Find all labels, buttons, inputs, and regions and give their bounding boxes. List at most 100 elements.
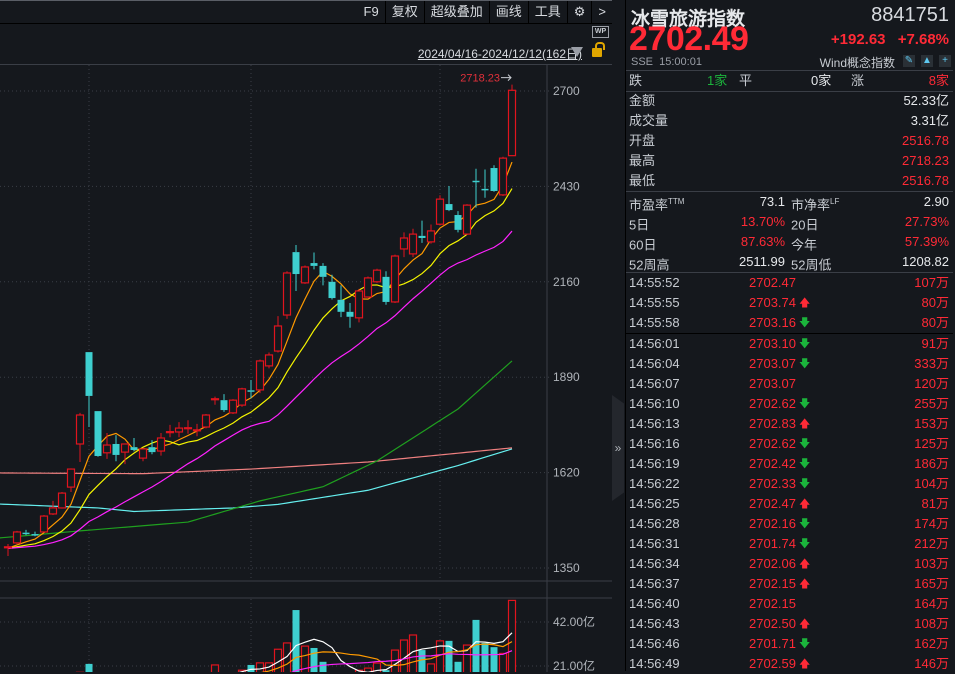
candle-body-down bbox=[31, 534, 39, 536]
tick-volume: 103万 bbox=[914, 556, 949, 571]
candle-body-up bbox=[75, 414, 85, 445]
breadth-row: 跌 1家 平 0家 涨 8家 bbox=[629, 71, 949, 91]
candle-body-down bbox=[310, 263, 318, 266]
down-count: 1家 bbox=[707, 73, 728, 88]
tick-row: 14:56:13 2702.83 🡅 153万 bbox=[629, 414, 949, 434]
candle-body-down bbox=[382, 276, 390, 302]
tick-time: 14:56:25 bbox=[629, 496, 680, 511]
tick-row: 14:55:55 2703.74 🡅 80万 bbox=[629, 293, 949, 313]
valuation-label: 20日 bbox=[791, 217, 819, 233]
stat-row: 金额 52.33亿 bbox=[629, 91, 949, 111]
tick-row: 14:56:40 2702.15 164万 bbox=[629, 594, 949, 614]
candle-body-up bbox=[174, 427, 184, 433]
tick-row: 14:56:25 2702.47 🡅 81万 bbox=[629, 494, 949, 514]
valuation-value: 57.39% bbox=[904, 234, 949, 249]
tick-volume: 162万 bbox=[914, 636, 949, 651]
arrow-up-icon: 🡅 bbox=[799, 618, 811, 630]
volume-bar-up bbox=[507, 599, 517, 672]
valuation-value: 73.1 bbox=[759, 194, 785, 209]
arrow-down-icon: 🡇 bbox=[799, 638, 811, 650]
exchange: SSE bbox=[631, 56, 654, 68]
collapse-panel-handle[interactable]: » bbox=[612, 395, 624, 501]
stat-row: 最高 2718.23 bbox=[629, 151, 949, 171]
tick-volume: 164万 bbox=[914, 596, 949, 611]
candle-body-up bbox=[498, 157, 508, 196]
tick-price: 2701.71 bbox=[749, 636, 796, 651]
y-tick-label: 1620 bbox=[553, 466, 580, 480]
valuation-label: 5日 bbox=[629, 217, 650, 233]
tick-volume: 108万 bbox=[914, 616, 949, 631]
candle-body-down bbox=[346, 311, 354, 317]
valuation-row: 52周高 2511.99 52周低 1208.82 bbox=[629, 252, 949, 272]
volume-bar-down bbox=[319, 661, 327, 672]
tick-price: 2703.74 bbox=[749, 295, 796, 310]
last-price: 2702.49 bbox=[629, 20, 749, 58]
arrow-down-icon: 🡇 bbox=[799, 317, 811, 329]
tick-price: 2702.16 bbox=[749, 516, 796, 531]
change-value: +192.63 bbox=[830, 31, 886, 48]
tick-time: 14:56:46 bbox=[629, 636, 680, 651]
bell-icon[interactable]: ▲ bbox=[921, 55, 933, 67]
arrow-down-icon: 🡇 bbox=[799, 398, 811, 410]
candle-body-up bbox=[12, 531, 22, 544]
valuation-label: 市盈率 bbox=[629, 197, 669, 213]
candle-body-up bbox=[507, 89, 517, 157]
arrow-down-icon: 🡇 bbox=[799, 478, 811, 490]
tick-row: 14:56:49 2702.59 🡅 146万 bbox=[629, 654, 949, 674]
valuation-row: 5日 13.70% 20日 27.73% bbox=[629, 212, 949, 232]
arrow-down-icon: 🡇 bbox=[799, 358, 811, 370]
candle-body-down bbox=[454, 215, 462, 230]
tick-price: 2702.47 bbox=[749, 496, 796, 511]
quote-time: 15:00:01 bbox=[659, 56, 702, 68]
candle-body-up bbox=[264, 354, 274, 367]
stat-row: 最低 2516.78 bbox=[629, 171, 949, 191]
tick-time: 14:56:40 bbox=[629, 596, 680, 611]
y-tick-label: 1890 bbox=[553, 370, 580, 384]
tick-time: 14:56:37 bbox=[629, 576, 680, 591]
arrow-up-icon: 🡅 bbox=[799, 297, 811, 309]
candle-body-down bbox=[418, 235, 426, 238]
candle-body-up bbox=[282, 272, 292, 316]
candle-body-down bbox=[148, 447, 156, 453]
candle-body-up bbox=[3, 546, 13, 549]
index-category: Wind概念指数 bbox=[819, 56, 895, 70]
plus-icon[interactable]: + bbox=[939, 55, 951, 67]
tick-row: 14:56:10 2702.62 🡇 255万 bbox=[629, 394, 949, 414]
valuation-label: 52周低 bbox=[791, 257, 832, 273]
tick-price: 2702.59 bbox=[749, 656, 796, 671]
up-count: 8家 bbox=[928, 73, 949, 88]
tick-volume: 255万 bbox=[914, 396, 949, 411]
tick-volume: 104万 bbox=[914, 476, 949, 491]
tick-volume: 91万 bbox=[921, 336, 949, 351]
tick-price: 2703.10 bbox=[749, 336, 796, 351]
tick-price: 2702.62 bbox=[749, 436, 796, 451]
candle-body-down bbox=[472, 180, 480, 183]
up-label: 涨 bbox=[851, 73, 865, 88]
volume-bar-down bbox=[454, 661, 462, 672]
flat-label: 平 bbox=[739, 73, 753, 88]
candlestick-chart[interactable]: 2700 2430 2160 1890 1620 1350 42.00亿 21.00亿 2718… bbox=[0, 1, 612, 672]
valuation-sup: LF bbox=[830, 197, 840, 206]
candle-body-up bbox=[354, 290, 364, 319]
volume-bar-down bbox=[292, 610, 300, 672]
tick-price: 2702.06 bbox=[749, 556, 796, 571]
tick-volume: 165万 bbox=[914, 576, 949, 591]
tick-volume: 107万 bbox=[914, 275, 949, 290]
stat-label: 最低 bbox=[629, 173, 656, 188]
candle-body-up bbox=[192, 429, 202, 432]
arrow-up-icon: 🡅 bbox=[799, 418, 811, 430]
tick-volume: 80万 bbox=[921, 315, 949, 330]
candle-body-down bbox=[22, 532, 30, 535]
stat-label: 金额 bbox=[629, 93, 656, 108]
candle-body-up bbox=[237, 388, 247, 406]
candle-body-up bbox=[120, 443, 130, 453]
tick-price: 2703.07 bbox=[749, 356, 796, 371]
arrow-up-icon: 🡅 bbox=[799, 558, 811, 570]
down-label: 跌 bbox=[629, 73, 643, 88]
tick-time: 14:56:01 bbox=[629, 336, 680, 351]
tick-price: 2702.83 bbox=[749, 416, 796, 431]
tick-time: 14:56:07 bbox=[629, 376, 680, 391]
tick-time: 14:56:34 bbox=[629, 556, 680, 571]
tick-row: 14:56:22 2702.33 🡇 104万 bbox=[629, 474, 949, 494]
edit-icon[interactable]: ✎ bbox=[903, 55, 915, 67]
